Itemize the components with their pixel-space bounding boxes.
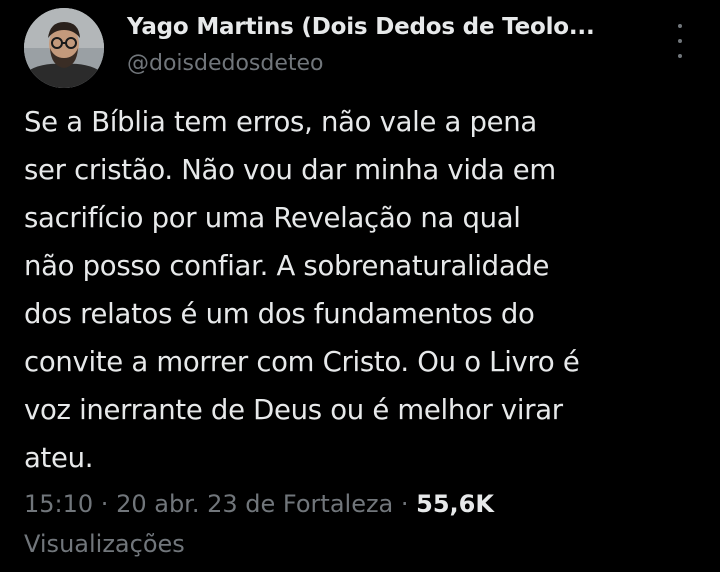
- tweet-text-line: não posso confiar. A sobrenaturalidade: [24, 250, 550, 282]
- avatar-photo-icon: [24, 8, 104, 88]
- author-handle[interactable]: @doisdedosdeteo: [127, 51, 324, 76]
- more-dot: [678, 39, 682, 43]
- tweet-text-line: ateu.: [24, 442, 94, 474]
- tweet-date[interactable]: 20 abr. 23: [116, 490, 238, 518]
- more-options-icon[interactable]: [668, 24, 692, 58]
- meta-separator: ·: [93, 490, 117, 518]
- tweet-location: de Fortaleza: [245, 490, 394, 518]
- tweet-meta: 15:10 · 20 abr. 23 de Fortaleza · 55,6K …: [24, 484, 704, 564]
- tweet-text-line: ser cristão. Não vou dar minha vida em: [24, 154, 556, 186]
- tweet-body: Se a Bíblia tem erros, não vale a pena s…: [24, 98, 704, 482]
- tweet-meta-row: 15:10 · 20 abr. 23 de Fortaleza · 55,6K: [24, 484, 704, 524]
- views-label[interactable]: Visualizações: [24, 524, 704, 564]
- avatar[interactable]: [24, 8, 104, 88]
- tweet-time[interactable]: 15:10: [24, 490, 93, 518]
- more-dot: [678, 24, 682, 28]
- tweet-text-line: Se a Bíblia tem erros, não vale a pena: [24, 106, 537, 138]
- views-count[interactable]: 55,6K: [416, 490, 494, 518]
- more-dot: [678, 54, 682, 58]
- author-display-name[interactable]: Yago Martins (Dois Dedos de Teolo...: [127, 14, 595, 40]
- tweet-text-line: sacrifício por uma Revelação na qual: [24, 202, 521, 234]
- tweet-text-line: dos relatos é um dos fundamentos do: [24, 298, 535, 330]
- tweet-text-line: voz inerrante de Deus ou é melhor virar: [24, 394, 563, 426]
- tweet-text-line: convite a morrer com Cristo. Ou o Livro …: [24, 346, 580, 378]
- tweet-card: Yago Martins (Dois Dedos de Teolo... @do…: [0, 0, 720, 572]
- meta-separator: ·: [393, 490, 417, 518]
